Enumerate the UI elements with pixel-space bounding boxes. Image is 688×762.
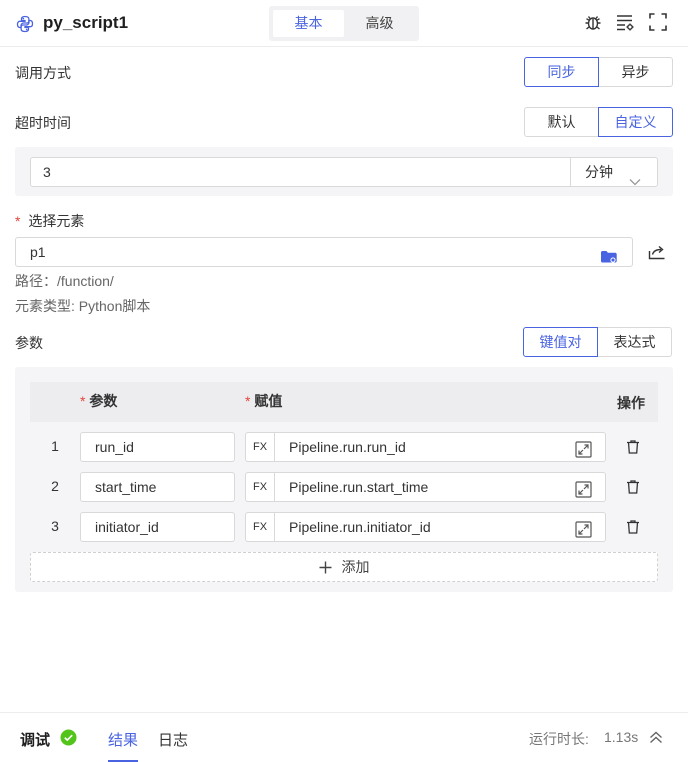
row-index: 3	[51, 518, 59, 534]
tab-basic[interactable]: 基本	[273, 10, 344, 37]
folder-icon[interactable]	[600, 245, 618, 273]
element-path: 路径：/function/	[15, 273, 114, 289]
timeout-unit-select[interactable]: 分钟	[570, 157, 658, 187]
add-param-button[interactable]: 添加	[30, 552, 658, 582]
expand-icon[interactable]	[575, 519, 592, 538]
fx-button[interactable]: FX	[245, 512, 275, 542]
panel-header: py_script1 基本 高级	[0, 0, 688, 47]
runtime-value: 1.13s	[604, 729, 639, 745]
share-icon[interactable]	[648, 244, 666, 263]
mode-tabs: 基本 高级	[269, 6, 419, 41]
element-input[interactable]: p1	[15, 237, 633, 267]
timeout-input[interactable]: 3	[30, 157, 571, 187]
python-icon	[16, 15, 34, 33]
expand-icon[interactable]	[575, 439, 592, 458]
param-name-input[interactable]: run_id	[80, 432, 235, 462]
expression-button[interactable]: 表达式	[597, 327, 672, 357]
params-mode-toggle: 键值对 表达式	[523, 327, 672, 357]
element-label: 选择元素	[28, 213, 85, 229]
success-check-icon	[60, 729, 77, 749]
page-title: py_script1	[43, 13, 129, 32]
action-column-header: 操作	[617, 395, 645, 411]
param-value: Pipeline.run.run_id	[289, 439, 406, 455]
delete-icon[interactable]	[625, 519, 641, 535]
timeout-custom-button[interactable]: 自定义	[598, 107, 673, 137]
delete-icon[interactable]	[625, 479, 641, 495]
row-index: 1	[51, 438, 59, 454]
timeout-unit-value: 分钟	[585, 164, 613, 180]
bug-icon[interactable]	[583, 12, 603, 32]
timeout-label: 超时时间	[15, 115, 71, 131]
collapse-up-icon[interactable]	[649, 731, 663, 747]
param-value-input[interactable]: Pipeline.run.initiator_id	[274, 512, 606, 542]
fx-button[interactable]: FX	[245, 472, 275, 502]
chevron-down-icon	[629, 167, 641, 195]
param-name-input[interactable]: initiator_id	[80, 512, 235, 542]
row-index: 2	[51, 478, 59, 494]
tab-advanced[interactable]: 高级	[344, 10, 415, 37]
fullscreen-icon[interactable]	[648, 12, 668, 32]
list-settings-icon[interactable]	[615, 12, 635, 32]
runtime-label: 运行时长:	[529, 731, 589, 747]
required-mark: *	[15, 213, 21, 229]
call-mode-toggle: 同步 异步	[524, 57, 673, 87]
timeout-default-button[interactable]: 默认	[524, 107, 599, 137]
param-name-input[interactable]: start_time	[80, 472, 235, 502]
param-column-header: * 参数	[80, 393, 118, 409]
tab-result[interactable]: 结果	[108, 729, 138, 750]
element-field-label: * 选择元素	[15, 211, 84, 231]
params-label: 参数	[15, 335, 43, 351]
param-value-input[interactable]: Pipeline.run.run_id	[274, 432, 606, 462]
debug-footer: 调试 结果 日志 运行时长: 1.13s	[0, 712, 688, 762]
call-mode-label: 调用方式	[15, 65, 71, 81]
param-value-input[interactable]: Pipeline.run.start_time	[274, 472, 606, 502]
fx-button[interactable]: FX	[245, 432, 275, 462]
add-label: 添加	[341, 559, 370, 575]
timeout-toggle: 默认 自定义	[524, 107, 673, 137]
key-value-button[interactable]: 键值对	[523, 327, 598, 357]
debug-label: 调试	[20, 732, 51, 749]
sync-button[interactable]: 同步	[524, 57, 599, 87]
element-type: 元素类型: Python脚本	[15, 298, 151, 314]
params-table-header	[30, 382, 658, 422]
param-value: Pipeline.run.initiator_id	[289, 519, 431, 535]
plus-icon	[319, 555, 332, 583]
delete-icon[interactable]	[625, 439, 641, 455]
element-value: p1	[30, 244, 46, 260]
expand-icon[interactable]	[575, 479, 592, 498]
async-button[interactable]: 异步	[598, 57, 673, 87]
param-value: Pipeline.run.start_time	[289, 479, 429, 495]
value-column-header: * 赋值	[245, 393, 283, 409]
tab-log[interactable]: 日志	[158, 729, 188, 750]
